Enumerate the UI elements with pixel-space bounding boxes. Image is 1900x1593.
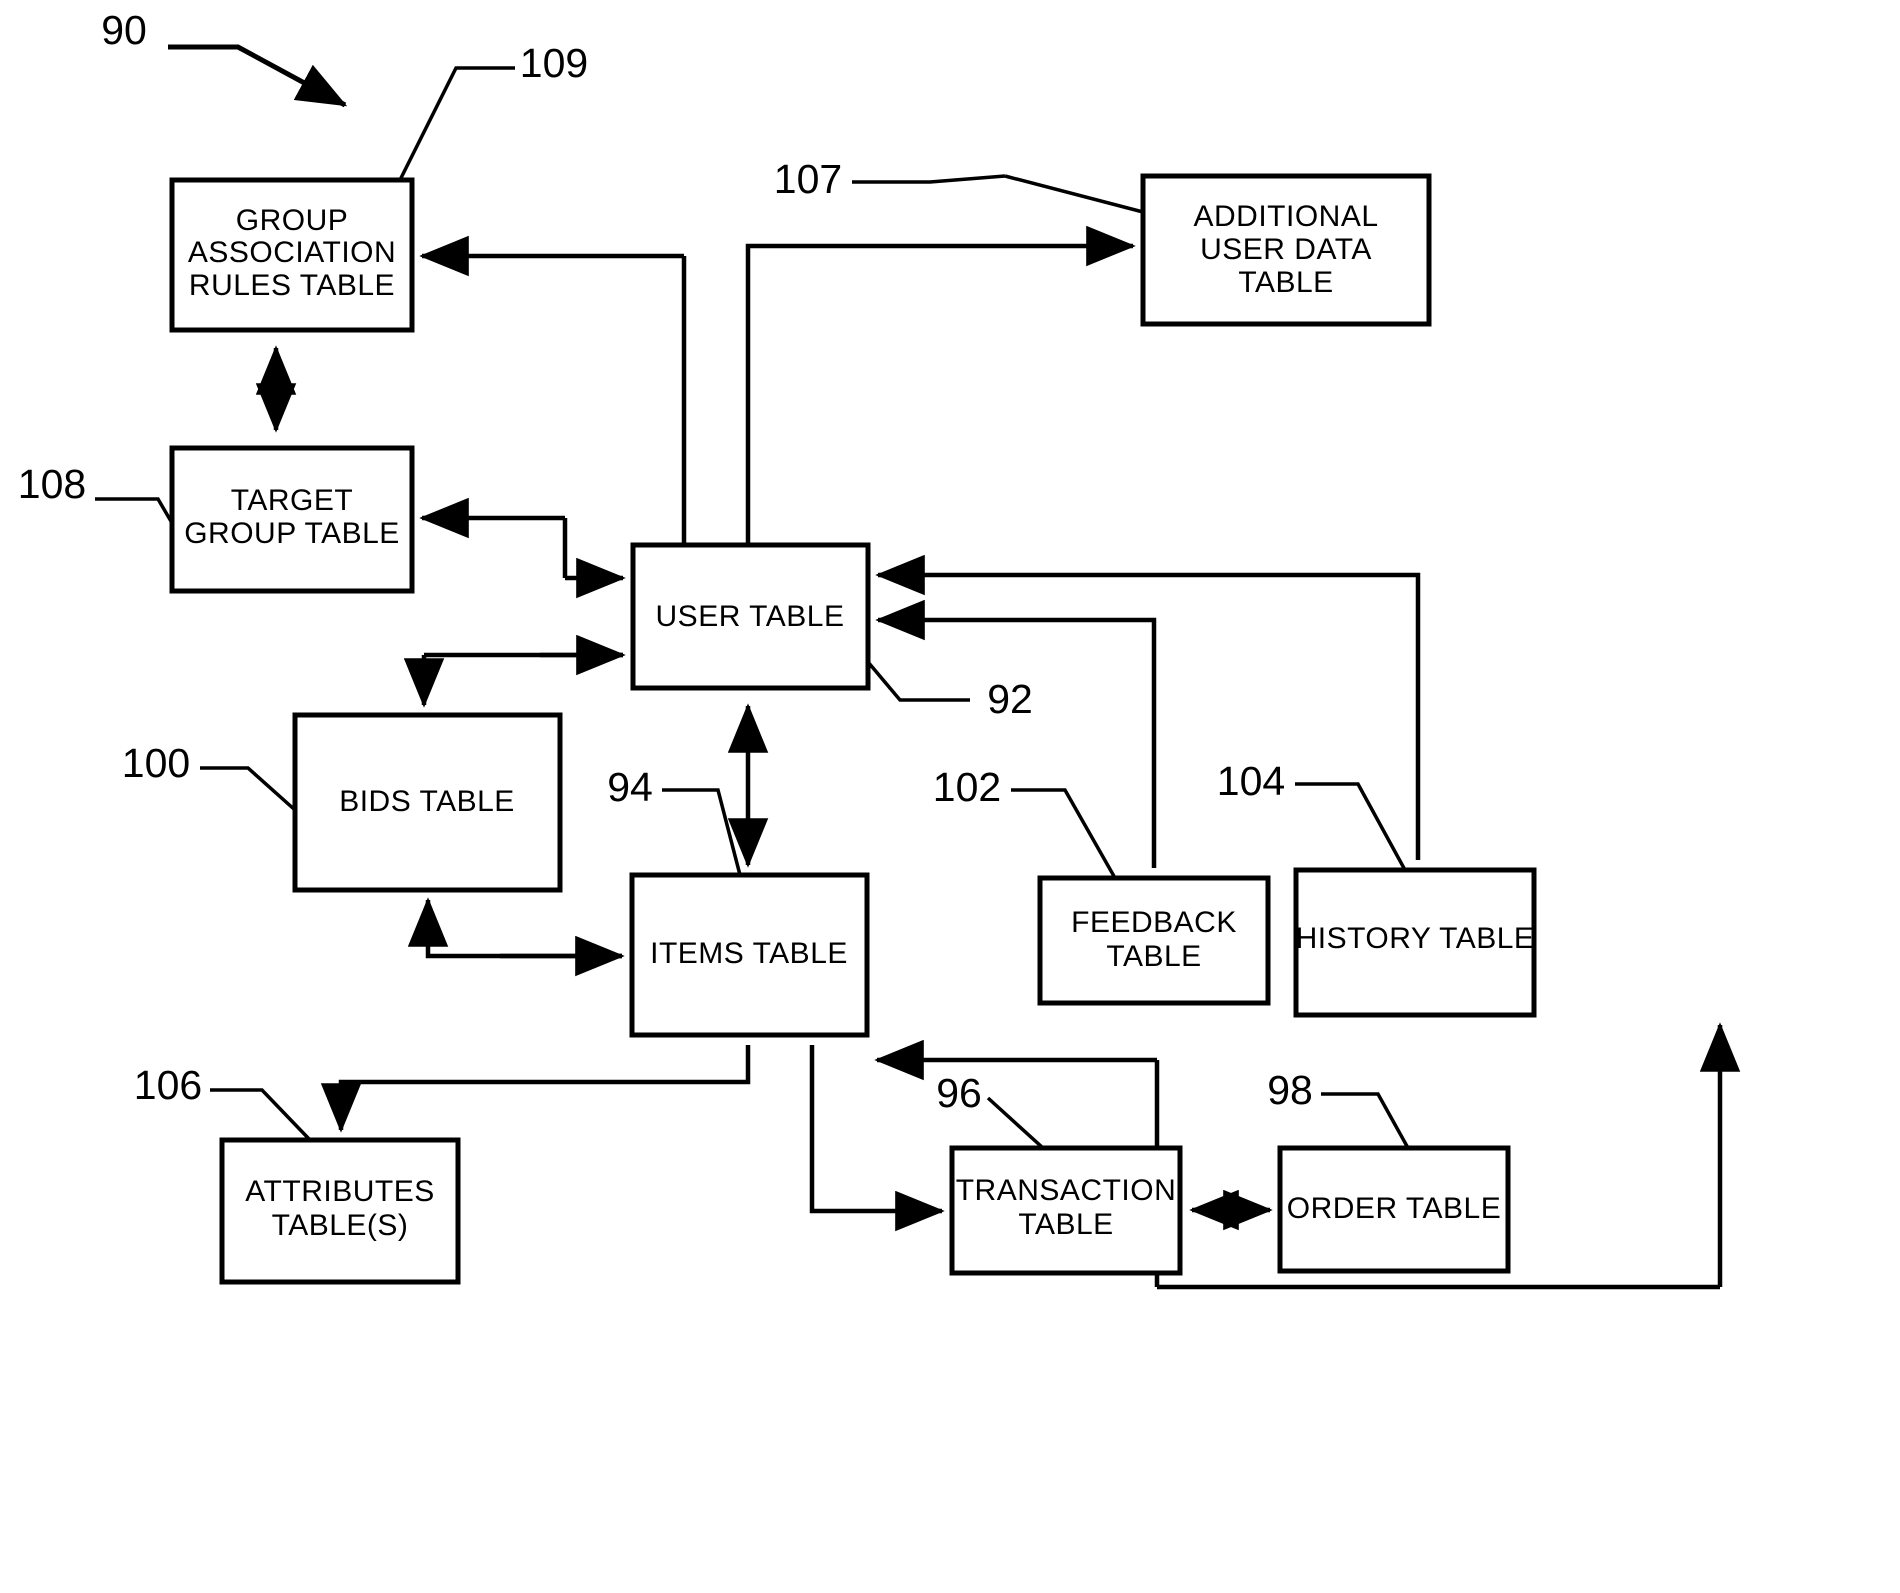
connection-user-to-group-rules <box>419 235 687 545</box>
node-label-line: ADDITIONAL <box>1193 200 1378 233</box>
leader-109 <box>398 66 515 181</box>
node-label-line: RULES TABLE <box>189 269 395 302</box>
node-label-line: USER TABLE <box>656 600 845 633</box>
leader-94 <box>662 788 742 876</box>
node-user-table[interactable]: USER TABLE <box>630 542 871 691</box>
leader-100 <box>200 766 297 812</box>
node-label-line: TRANSACTION <box>956 1174 1177 1207</box>
node-feedback-table[interactable]: FEEDBACK TABLE <box>1037 875 1271 1006</box>
connection-feedback-to-user <box>875 599 1157 868</box>
node-label-line: GROUP <box>236 204 349 237</box>
node-label-line: TABLE <box>1018 1208 1113 1241</box>
connection-user-to-bids <box>403 652 623 708</box>
ref-numeral-100: 100 <box>122 740 190 786</box>
ref-numeral-96: 96 <box>936 1070 982 1116</box>
node-label-line: ATTRIBUTES <box>245 1175 434 1208</box>
figure-leader-90 <box>168 44 348 108</box>
node-order-table[interactable]: ORDER TABLE <box>1277 1145 1511 1274</box>
node-target-group-table[interactable]: TARGET GROUP TABLE <box>169 445 415 594</box>
node-label-line: USER DATA <box>1200 233 1372 266</box>
ref-numeral-108: 108 <box>18 461 86 507</box>
leader-108 <box>95 497 174 524</box>
ref-numeral-107: 107 <box>774 156 842 202</box>
node-history-table[interactable]: HISTORY TABLE <box>1293 867 1537 1018</box>
leader-92 <box>866 660 970 702</box>
node-label-line: ORDER TABLE <box>1287 1192 1501 1225</box>
node-label-line: TABLE <box>1238 266 1333 299</box>
leader-107 <box>852 174 1144 214</box>
leader-106 <box>210 1088 312 1142</box>
node-label-line: TARGET <box>231 484 353 517</box>
leader-96 <box>986 1096 1045 1150</box>
ref-numeral-102: 102 <box>933 764 1001 810</box>
node-label-line: FEEDBACK <box>1071 906 1237 939</box>
node-bids-table[interactable]: BIDS TABLE <box>292 712 563 893</box>
connection-items-to-bids <box>407 897 622 959</box>
ref-numeral-106: 106 <box>134 1062 202 1108</box>
node-label-line: ITEMS TABLE <box>650 937 848 970</box>
node-transaction-table[interactable]: TRANSACTION TABLE <box>949 1145 1183 1276</box>
node-label-line: TABLE <box>1106 940 1201 973</box>
patent-figure-diagram: GROUP ASSOCIATION RULES TABLE ADDITIONAL… <box>0 0 1900 1593</box>
node-group-association-rules-table[interactable]: GROUP ASSOCIATION RULES TABLE <box>169 177 415 333</box>
leader-98 <box>1321 1092 1410 1149</box>
node-label-line: TABLE(S) <box>272 1209 409 1242</box>
connection-user-to-target-group <box>419 497 626 599</box>
node-items-table[interactable]: ITEMS TABLE <box>629 872 870 1038</box>
node-attributes-tables[interactable]: ATTRIBUTES TABLE(S) <box>219 1137 461 1285</box>
ref-numeral-104: 104 <box>1217 758 1285 804</box>
connection-items-to-transaction <box>809 1045 945 1232</box>
ref-numeral-90: 90 <box>101 7 147 53</box>
node-label-line: ASSOCIATION <box>188 236 396 269</box>
node-label-line: BIDS TABLE <box>339 785 515 818</box>
connection-items-to-attributes <box>320 1045 751 1133</box>
ref-numeral-92: 92 <box>987 676 1033 722</box>
ref-numeral-98: 98 <box>1267 1067 1313 1113</box>
node-additional-user-data-table[interactable]: ADDITIONAL USER DATA TABLE <box>1140 173 1432 327</box>
ref-numeral-109: 109 <box>520 40 588 86</box>
node-label-line: HISTORY TABLE <box>1296 922 1535 955</box>
leader-102 <box>1011 788 1117 879</box>
connection-user-to-additional-user-data <box>745 225 1136 545</box>
schema-svg: GROUP ASSOCIATION RULES TABLE ADDITIONAL… <box>18 7 1741 1290</box>
leader-104 <box>1295 782 1407 871</box>
node-label-line: GROUP TABLE <box>184 517 400 550</box>
ref-numeral-94: 94 <box>607 764 653 810</box>
